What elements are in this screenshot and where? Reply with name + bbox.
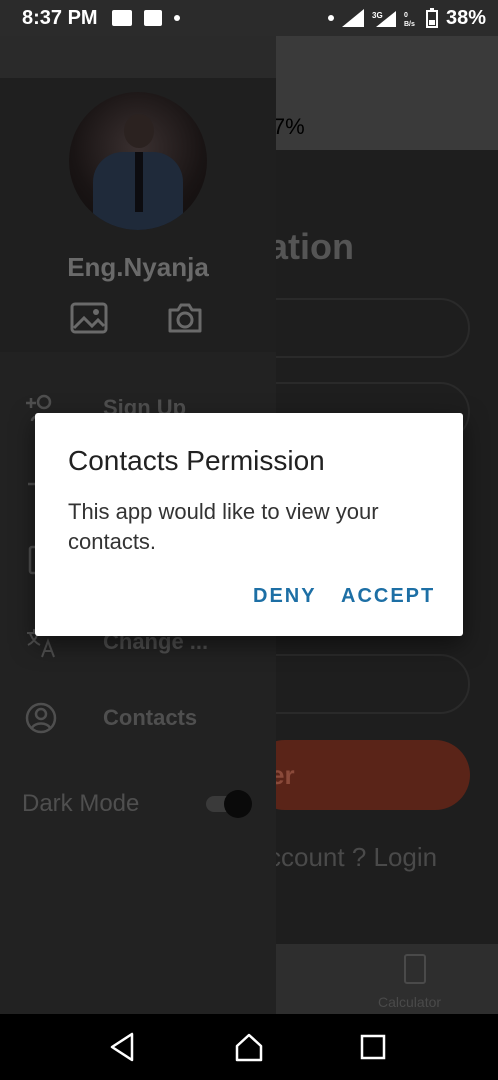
drawer-header-bar <box>0 36 276 78</box>
system-navigation-bar <box>0 1014 498 1080</box>
svg-text:3G: 3G <box>372 11 383 20</box>
status-system-icons: 3G 0 B/s 38% <box>327 6 486 30</box>
dot-icon <box>327 15 334 21</box>
recents-icon[interactable] <box>356 1030 390 1064</box>
drawer-item-contacts[interactable]: Contacts <box>0 690 276 746</box>
dark-mode-label: Dark Mode <box>22 790 140 817</box>
back-icon[interactable] <box>106 1030 140 1064</box>
gallery-icon[interactable] <box>70 302 108 334</box>
user-name: Eng.Nyanja <box>67 252 209 282</box>
calculator-icon[interactable] <box>404 954 426 984</box>
battery-icon <box>425 8 438 28</box>
contacts-permission-dialog: Contacts Permission This app would like … <box>35 413 463 636</box>
dark-mode-toggle-thumb[interactable] <box>224 790 252 818</box>
folder-icon <box>111 10 132 26</box>
screen: 8:37 PM 3G 0B/s 38% Battery Level: 37% a… <box>0 0 498 1080</box>
avatar[interactable] <box>69 92 207 230</box>
drawer-item-label: Contacts <box>103 705 198 730</box>
deny-button[interactable]: DENY <box>253 585 317 608</box>
3g-signal-icon: 3G <box>372 11 396 27</box>
svg-text:0: 0 <box>404 12 408 19</box>
status-notification-icons <box>111 10 180 26</box>
battery-percent: 38% <box>445 6 486 29</box>
accept-button[interactable]: ACCEPT <box>341 585 435 608</box>
bottom-nav-calculator-label[interactable]: Calculator <box>378 994 441 1010</box>
dialog-message: This app would like to view your contact… <box>68 499 379 554</box>
avatar-person-tie <box>135 152 143 212</box>
signal-icon <box>341 9 364 27</box>
svg-text:B/s: B/s <box>404 21 415 27</box>
login-link[interactable]: ccount ? Login <box>268 842 437 873</box>
avatar-person-head <box>124 114 154 148</box>
dialog-title: Contacts Permission <box>68 445 325 476</box>
status-bar: 8:37 PM 3G 0 B/s 38% <box>0 0 498 36</box>
camera-icon[interactable] <box>166 302 204 334</box>
dot-icon <box>173 15 180 21</box>
account-circle-icon <box>25 702 57 734</box>
home-icon[interactable] <box>232 1030 266 1064</box>
dark-mode-row: Dark Mode <box>0 784 276 824</box>
drawer-header: Eng.Nyanja <box>0 36 276 352</box>
register-button[interactable]: er <box>250 740 470 810</box>
image-icon <box>143 10 162 26</box>
status-time: 8:37 PM <box>22 6 98 29</box>
data-rate-icon: 0 B/s <box>404 12 415 27</box>
registration-title: ation <box>268 226 354 267</box>
